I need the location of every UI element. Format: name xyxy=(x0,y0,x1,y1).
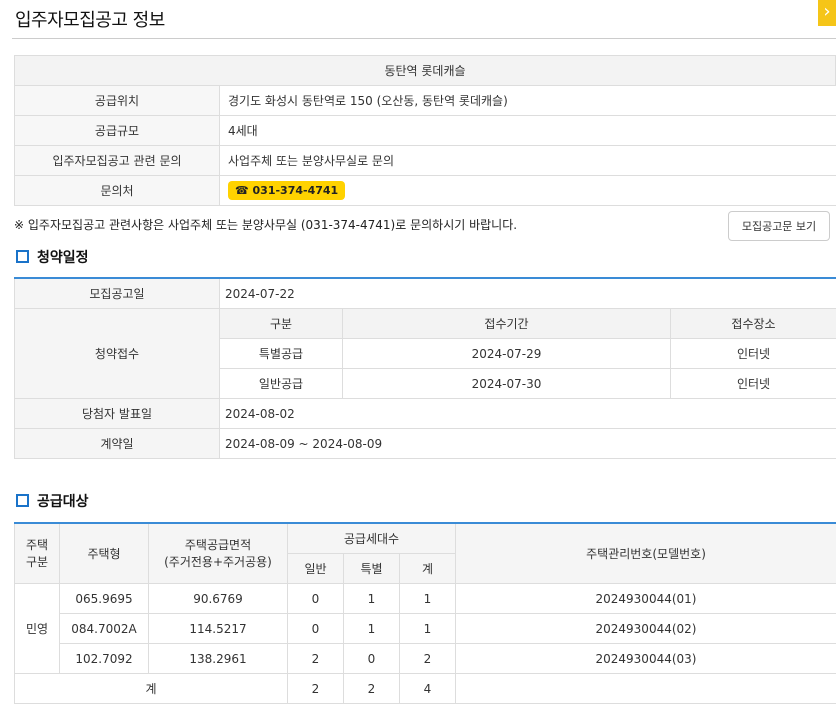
info-value: 4세대 xyxy=(219,115,836,146)
info-table: 동탄역 롯데캐슬 공급위치 경기도 화성시 동탄역로 150 (오산동, 동탄역 … xyxy=(14,55,836,206)
table-cell: 084.7002A xyxy=(59,613,149,644)
info-label: 문의처 xyxy=(14,175,220,206)
table-cell: 90.6769 xyxy=(148,583,288,614)
column-header: 계 xyxy=(399,553,456,584)
column-header: 주택공급면적 (주거전용+주거공용) xyxy=(148,522,288,584)
table-cell: 102.7092 xyxy=(59,643,149,674)
page-title: 입주자모집공고 정보 xyxy=(15,10,165,31)
complex-name: 동탄역 롯데캐슬 xyxy=(14,55,836,86)
schedule-label: 모집공고일 xyxy=(14,277,220,309)
total-label: 계 xyxy=(14,673,288,704)
table-cell: 065.9695 xyxy=(59,583,149,614)
schedule-value: 2024-08-02 xyxy=(219,398,836,429)
table-cell: 2 xyxy=(399,643,456,674)
table-cell: 인터넷 xyxy=(670,338,836,369)
table-cell: 2 xyxy=(287,643,344,674)
close-icon[interactable]: › xyxy=(818,0,836,26)
schedule-value: 2024-08-09 ~ 2024-08-09 xyxy=(219,428,836,459)
column-header: 접수기간 xyxy=(342,308,671,339)
schedule-section-title: 청약일정 xyxy=(16,247,89,267)
column-header: 구분 xyxy=(219,308,343,339)
table-cell: 0 xyxy=(287,613,344,644)
table-cell: 2 xyxy=(287,673,344,704)
table-cell: 민영 xyxy=(14,583,60,674)
table-cell: 1 xyxy=(343,583,400,614)
column-header: 주택관리번호(모델번호) xyxy=(455,522,836,584)
schedule-label: 당첨자 발표일 xyxy=(14,398,220,429)
section-square-icon xyxy=(16,494,29,507)
schedule-value: 2024-07-22 xyxy=(219,277,836,309)
inquiry-notice: ※ 입주자모집공고 관련사항은 사업주체 또는 분양사무실 (031-374-4… xyxy=(14,218,518,232)
column-header: 접수장소 xyxy=(670,308,836,339)
schedule-table: 모집공고일 2024-07-22 청약접수 구분 접수기간 접수장소 특별공급 2… xyxy=(14,277,836,459)
table-cell: 1 xyxy=(399,583,456,614)
schedule-label: 청약접수 xyxy=(14,308,220,399)
column-header: 특별 xyxy=(343,553,400,584)
column-header: 주택 구분 xyxy=(14,522,60,584)
table-cell: 2 xyxy=(343,673,400,704)
table-cell: 2024-07-29 xyxy=(342,338,671,369)
column-header: 일반 xyxy=(287,553,344,584)
area-subheader: (주거전용+주거공용) xyxy=(164,554,272,569)
section-label: 청약일정 xyxy=(37,250,89,266)
title-divider xyxy=(12,38,836,39)
table-cell: 0 xyxy=(287,583,344,614)
column-header: 주택형 xyxy=(59,522,149,584)
table-cell: 2024930044(02) xyxy=(455,613,836,644)
table-cell: 2024930044(03) xyxy=(455,643,836,674)
table-cell: 1 xyxy=(399,613,456,644)
table-cell: 특별공급 xyxy=(219,338,343,369)
table-cell: 일반공급 xyxy=(219,368,343,399)
info-value: ☎ 031-374-4741 xyxy=(219,175,836,206)
table-cell: 1 xyxy=(343,613,400,644)
section-label: 공급대상 xyxy=(37,494,89,510)
info-label: 공급위치 xyxy=(14,85,220,116)
info-value: 경기도 화성시 동탄역로 150 (오산동, 동탄역 롯데캐슬) xyxy=(219,85,836,116)
table-cell: 138.2961 xyxy=(148,643,288,674)
schedule-label: 계약일 xyxy=(14,428,220,459)
phone-badge[interactable]: ☎ 031-374-4741 xyxy=(228,181,346,200)
table-cell: 2024930044(01) xyxy=(455,583,836,614)
view-notice-button[interactable]: 모집공고문 보기 xyxy=(728,211,830,241)
table-cell: 인터넷 xyxy=(670,368,836,399)
info-value: 사업주체 또는 분양사무실로 문의 xyxy=(219,145,836,176)
section-square-icon xyxy=(16,250,29,263)
info-label: 공급규모 xyxy=(14,115,220,146)
supply-table: 주택 구분 주택형 주택공급면적 (주거전용+주거공용) 공급세대수 주택관리번호… xyxy=(14,522,836,704)
table-cell: 2024-07-30 xyxy=(342,368,671,399)
table-cell xyxy=(455,673,836,704)
table-cell: 0 xyxy=(343,643,400,674)
table-cell: 4 xyxy=(399,673,456,704)
supply-section-title: 공급대상 xyxy=(16,491,89,511)
column-header: 공급세대수 xyxy=(287,522,456,554)
info-label: 입주자모집공고 관련 문의 xyxy=(14,145,220,176)
table-cell: 114.5217 xyxy=(148,613,288,644)
area-header: 주택공급면적 xyxy=(184,537,252,552)
